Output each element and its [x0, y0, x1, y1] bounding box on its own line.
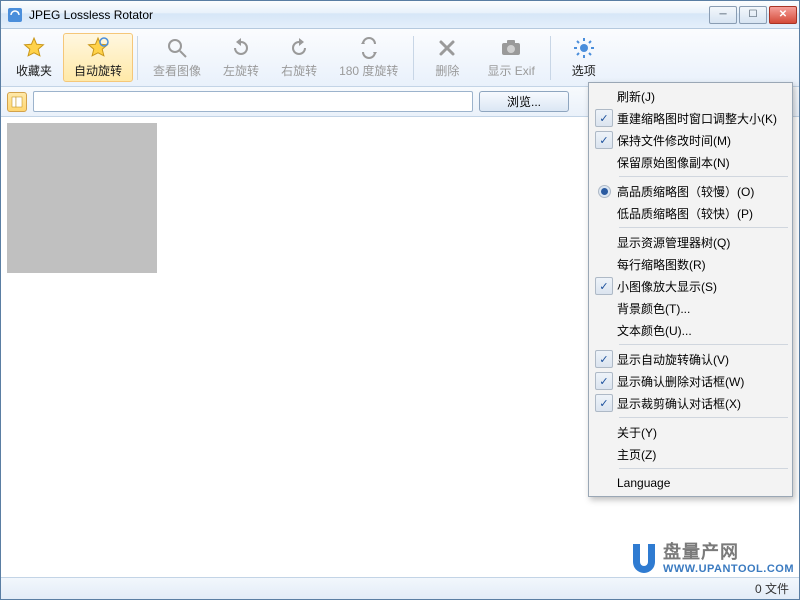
menu-resize-rebuild[interactable]: ✓重建缩略图时窗口调整大小(K) — [591, 107, 790, 129]
radio-icon — [601, 188, 608, 195]
check-icon: ✓ — [595, 277, 613, 295]
toolbar: 收藏夹 自动旋转 查看图像 左旋转 右旋转 180 度旋转 删除 — [1, 29, 799, 87]
watermark-main: 盘量产网 — [663, 543, 794, 563]
toolbar-label: 删除 — [435, 62, 459, 79]
menu-separator — [619, 176, 788, 177]
favorites-button[interactable]: 收藏夹 — [5, 33, 63, 82]
menu-separator — [619, 468, 788, 469]
menu-separator — [619, 227, 788, 228]
menu-separator — [619, 344, 788, 345]
watermark: 盘量产网 WWW.UPANTOOL.COM — [629, 542, 794, 576]
watermark-text: 盘量产网 WWW.UPANTOOL.COM — [663, 543, 794, 575]
rotate-180-icon — [357, 36, 381, 60]
menu-language[interactable]: Language — [591, 472, 790, 494]
options-menu: 刷新(J) ✓重建缩略图时窗口调整大小(K) ✓保持文件修改时间(M) 保留原始… — [588, 82, 793, 497]
star-icon — [22, 36, 46, 60]
options-button[interactable]: 选项 — [555, 33, 613, 82]
toolbar-separator — [413, 36, 414, 80]
toolbar-label: 自动旋转 — [74, 62, 122, 79]
rotate-right-icon — [287, 36, 311, 60]
gear-icon — [572, 36, 596, 60]
menu-hq-thumb[interactable]: 高品质缩略图（较慢）(O) — [591, 180, 790, 202]
viewimage-button[interactable]: 查看图像 — [142, 33, 212, 82]
showexif-button[interactable]: 显示 Exif — [476, 33, 545, 82]
menu-confirm-delete[interactable]: ✓显示确认删除对话框(W) — [591, 370, 790, 392]
check-icon: ✓ — [595, 372, 613, 390]
toolbar-label: 选项 — [572, 62, 596, 79]
tree-toggle-button[interactable] — [7, 92, 27, 112]
close-button[interactable]: ✕ — [769, 6, 797, 24]
rotateright-button[interactable]: 右旋转 — [270, 33, 328, 82]
menu-confirm-crop[interactable]: ✓显示裁剪确认对话框(X) — [591, 392, 790, 414]
autorotate-icon — [86, 36, 110, 60]
menu-show-tree[interactable]: 显示资源管理器树(Q) — [591, 231, 790, 253]
check-icon: ✓ — [595, 109, 613, 127]
watermark-logo-icon — [629, 542, 659, 576]
menu-bg-color[interactable]: 背景颜色(T)... — [591, 297, 790, 319]
toolbar-label: 查看图像 — [153, 62, 201, 79]
autorotate-button[interactable]: 自动旋转 — [63, 33, 133, 82]
thumbnail-placeholder[interactable] — [7, 123, 157, 273]
toolbar-label: 180 度旋转 — [339, 62, 398, 79]
menu-keep-mtime[interactable]: ✓保持文件修改时间(M) — [591, 129, 790, 151]
window-controls: ─ ☐ ✕ — [709, 6, 797, 24]
menu-enlarge-small[interactable]: ✓小图像放大显示(S) — [591, 275, 790, 297]
check-icon: ✓ — [595, 394, 613, 412]
menu-homepage[interactable]: 主页(Z) — [591, 443, 790, 465]
menu-refresh[interactable]: 刷新(J) — [591, 85, 790, 107]
menu-confirm-autorotate[interactable]: ✓显示自动旋转确认(V) — [591, 348, 790, 370]
maximize-button[interactable]: ☐ — [739, 6, 767, 24]
window-title: JPEG Lossless Rotator — [29, 8, 709, 22]
status-filecount: 0 文件 — [755, 580, 789, 597]
browse-button[interactable]: 浏览... — [479, 91, 569, 112]
statusbar: 0 文件 — [1, 577, 799, 599]
menu-thumbs-per-row[interactable]: 每行缩略图数(R) — [591, 253, 790, 275]
menu-separator — [619, 417, 788, 418]
minimize-button[interactable]: ─ — [709, 6, 737, 24]
rotate180-button[interactable]: 180 度旋转 — [328, 33, 409, 82]
path-input[interactable] — [33, 91, 473, 112]
watermark-url: WWW.UPANTOOL.COM — [663, 563, 794, 575]
menu-about[interactable]: 关于(Y) — [591, 421, 790, 443]
toolbar-label: 收藏夹 — [16, 62, 52, 79]
camera-icon — [499, 36, 523, 60]
check-icon: ✓ — [595, 350, 613, 368]
magnifier-icon — [165, 36, 189, 60]
toolbar-separator — [137, 36, 138, 80]
app-icon — [7, 7, 23, 23]
toolbar-separator — [550, 36, 551, 80]
toolbar-label: 显示 Exif — [487, 62, 534, 79]
menu-keep-original[interactable]: 保留原始图像副本(N) — [591, 151, 790, 173]
delete-icon — [435, 36, 459, 60]
rotateleft-button[interactable]: 左旋转 — [212, 33, 270, 82]
toolbar-label: 左旋转 — [223, 62, 259, 79]
menu-text-color[interactable]: 文本颜色(U)... — [591, 319, 790, 341]
titlebar: JPEG Lossless Rotator ─ ☐ ✕ — [1, 1, 799, 29]
check-icon: ✓ — [595, 131, 613, 149]
rotate-left-icon — [229, 36, 253, 60]
toolbar-label: 右旋转 — [281, 62, 317, 79]
menu-lq-thumb[interactable]: 低品质缩略图（较快）(P) — [591, 202, 790, 224]
delete-button[interactable]: 删除 — [418, 33, 476, 82]
thumbnail-area — [1, 117, 163, 577]
